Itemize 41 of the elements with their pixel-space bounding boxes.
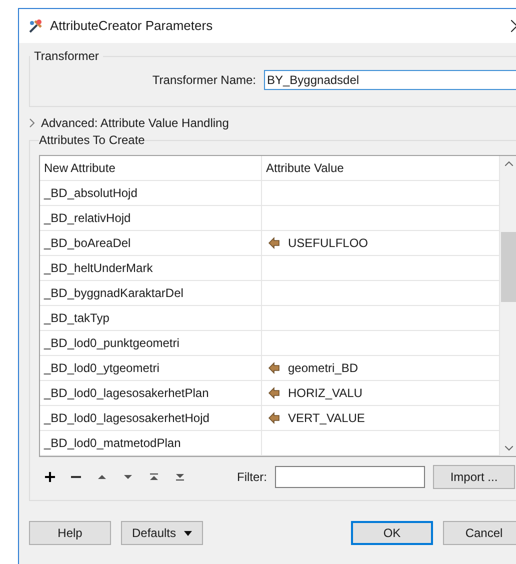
table-cell: _BD_lod0_lagesosakerhetHojd [40, 406, 262, 430]
table-cell: _BD_takTyp [40, 306, 262, 330]
add-icon[interactable] [43, 470, 57, 484]
group-title: Attributes To Create [39, 132, 145, 149]
column-header[interactable]: New Attribute [40, 156, 262, 180]
scroll-down-icon[interactable] [505, 446, 513, 451]
dialog-button[interactable]: OK [351, 521, 433, 545]
advanced-section-toggle[interactable]: Advanced: Attribute Value Handling [29, 115, 516, 131]
caret-icon [184, 530, 192, 536]
dialog-button[interactable]: Help [29, 521, 111, 545]
table-cell: _BD_lod0_lagesosakerhetPlan [40, 381, 262, 405]
table-cell: _BD_relativHojd [40, 206, 262, 230]
import-button[interactable]: Import ... [433, 465, 515, 489]
transformer-name-field[interactable]: BY_Byggnadsdel [264, 70, 516, 90]
table-cell-text: HORIZ_VALU [288, 385, 362, 402]
table-cell: _BD_lod0_punktgeometri [40, 331, 262, 355]
arrow-left-icon [268, 412, 280, 424]
table-cell: _BD_boAreaDel [40, 231, 262, 255]
dropdown-button[interactable]: Defaults [121, 521, 203, 545]
column-header[interactable]: Attribute Value [262, 156, 499, 180]
field-label: Transformer Name: [152, 72, 256, 89]
tools-icon [28, 18, 44, 34]
table-cell-text: VERT_VALUE [288, 410, 365, 427]
scrollbar-thumb[interactable] [501, 232, 516, 302]
group-title: Transformer [33, 48, 100, 65]
arrow-left-icon [268, 362, 280, 374]
table-cell-text: USEFULFLOO [288, 235, 368, 252]
window-title: AttributeCreator Parameters [50, 17, 213, 36]
dialog-button[interactable]: Cancel [443, 521, 516, 545]
table-cell: _BD_lod0_matmetodPlan [40, 431, 262, 455]
table-cell: _BD_byggnadKaraktarDel [40, 281, 262, 305]
scroll-up-icon[interactable] [505, 161, 513, 166]
filter-label: Filter: [237, 469, 267, 486]
table-cell: _BD_heltUnderMark [40, 256, 262, 280]
table-cell: _BD_absolutHojd [40, 181, 262, 205]
table-cell-text: geometri_BD [288, 360, 358, 377]
arrow-left-icon [268, 387, 280, 399]
table-cell: _BD_lod0_ytgeometri [40, 356, 262, 380]
filter-field[interactable] [275, 466, 425, 488]
arrow-left-icon [268, 237, 280, 249]
scrollbar[interactable] [499, 156, 516, 456]
